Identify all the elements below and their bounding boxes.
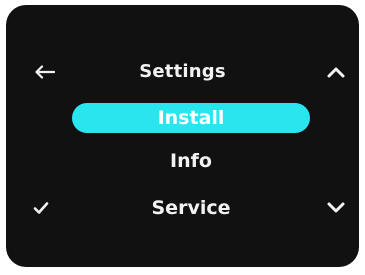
confirm-button[interactable] [24, 191, 58, 225]
page-title: Settings [139, 61, 226, 82]
check-icon [33, 201, 49, 215]
scroll-up-button[interactable] [319, 55, 353, 89]
menu-item-install[interactable]: Install [72, 103, 310, 133]
menu-item-service[interactable]: Service [72, 193, 310, 223]
chevron-up-icon [327, 66, 345, 78]
menu-item-info[interactable]: Info [72, 146, 310, 176]
chevron-down-icon [327, 202, 345, 214]
scroll-down-button[interactable] [319, 191, 353, 225]
device-screen: Settings Install Info Service [6, 5, 359, 267]
